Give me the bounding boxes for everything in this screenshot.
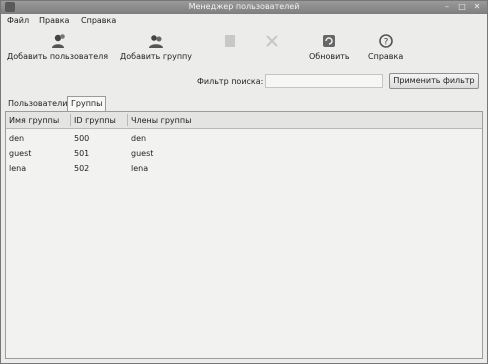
search-filter-label: Фильтр поиска:	[197, 77, 264, 86]
group-members-cell: guest	[131, 149, 154, 158]
column-divider[interactable]	[127, 114, 128, 126]
column-header-group-id[interactable]: ID группы	[74, 116, 116, 125]
add-group-label: Добавить группу	[120, 52, 193, 61]
menu-edit[interactable]: Правка	[39, 16, 69, 25]
refresh-button[interactable]: Обновить	[309, 33, 350, 61]
help-icon: ?	[378, 34, 393, 48]
add-user-icon	[51, 34, 65, 48]
add-user-button[interactable]: Добавить пользователя	[7, 33, 108, 61]
add-user-label: Добавить пользователя	[7, 52, 109, 61]
group-name-cell: den	[9, 134, 25, 143]
group-id-cell: 502	[74, 164, 90, 173]
search-filter-bar: Фильтр поиска: Применить фильтр	[1, 71, 487, 91]
menu-bar: Файл Правка Справка	[1, 15, 487, 28]
column-header-group-members[interactable]: Члены группы	[131, 116, 191, 125]
group-name-cell: lena	[9, 164, 27, 173]
properties-icon	[225, 35, 235, 47]
group-id-cell: 501	[74, 149, 90, 158]
add-group-button[interactable]: Добавить группу	[120, 33, 192, 61]
add-group-icon	[149, 35, 164, 48]
groups-table: Имя группы ID группы Члены группы den 50…	[5, 111, 483, 359]
toolbar: Добавить пользователя Добавить группу Об…	[1, 29, 487, 69]
window-title: Менеджер пользователей	[188, 2, 300, 11]
table-row[interactable]: guest 501 guest	[6, 146, 482, 161]
column-divider[interactable]	[70, 114, 71, 126]
user-manager-window: Менеджер пользователей – □ ✕ Файл Правка…	[0, 0, 488, 364]
refresh-label: Обновить	[309, 52, 350, 61]
tab-users[interactable]: Пользователи	[5, 97, 70, 110]
title-bar[interactable]: Менеджер пользователей – □ ✕	[1, 1, 487, 14]
table-row[interactable]: den 500 den	[6, 131, 482, 146]
table-row[interactable]: lena 502 lena	[6, 161, 482, 176]
search-filter-input[interactable]	[265, 74, 383, 88]
menu-help[interactable]: Справка	[81, 16, 116, 25]
group-name-cell: guest	[9, 149, 32, 158]
help-button[interactable]: ? Справка	[368, 33, 403, 61]
column-header-group-name[interactable]: Имя группы	[9, 116, 59, 125]
close-icon[interactable]: ✕	[471, 2, 483, 12]
apply-filter-button[interactable]: Применить фильтр	[389, 73, 479, 89]
maximize-icon[interactable]: □	[456, 2, 468, 12]
menu-file[interactable]: Файл	[7, 16, 29, 25]
group-id-cell: 500	[74, 134, 90, 143]
properties-button[interactable]	[222, 33, 238, 52]
svg-text:?: ?	[383, 38, 388, 48]
delete-button[interactable]	[264, 33, 280, 52]
table-header: Имя группы ID группы Члены группы	[6, 112, 482, 129]
help-label: Справка	[368, 52, 404, 61]
minimize-icon[interactable]: –	[441, 2, 453, 12]
delete-icon	[266, 35, 278, 47]
refresh-icon	[323, 35, 336, 47]
group-members-cell: lena	[131, 164, 149, 173]
group-members-cell: den	[131, 134, 147, 143]
tab-bar: Пользователи Группы	[5, 96, 483, 111]
tab-groups[interactable]: Группы	[67, 96, 107, 111]
